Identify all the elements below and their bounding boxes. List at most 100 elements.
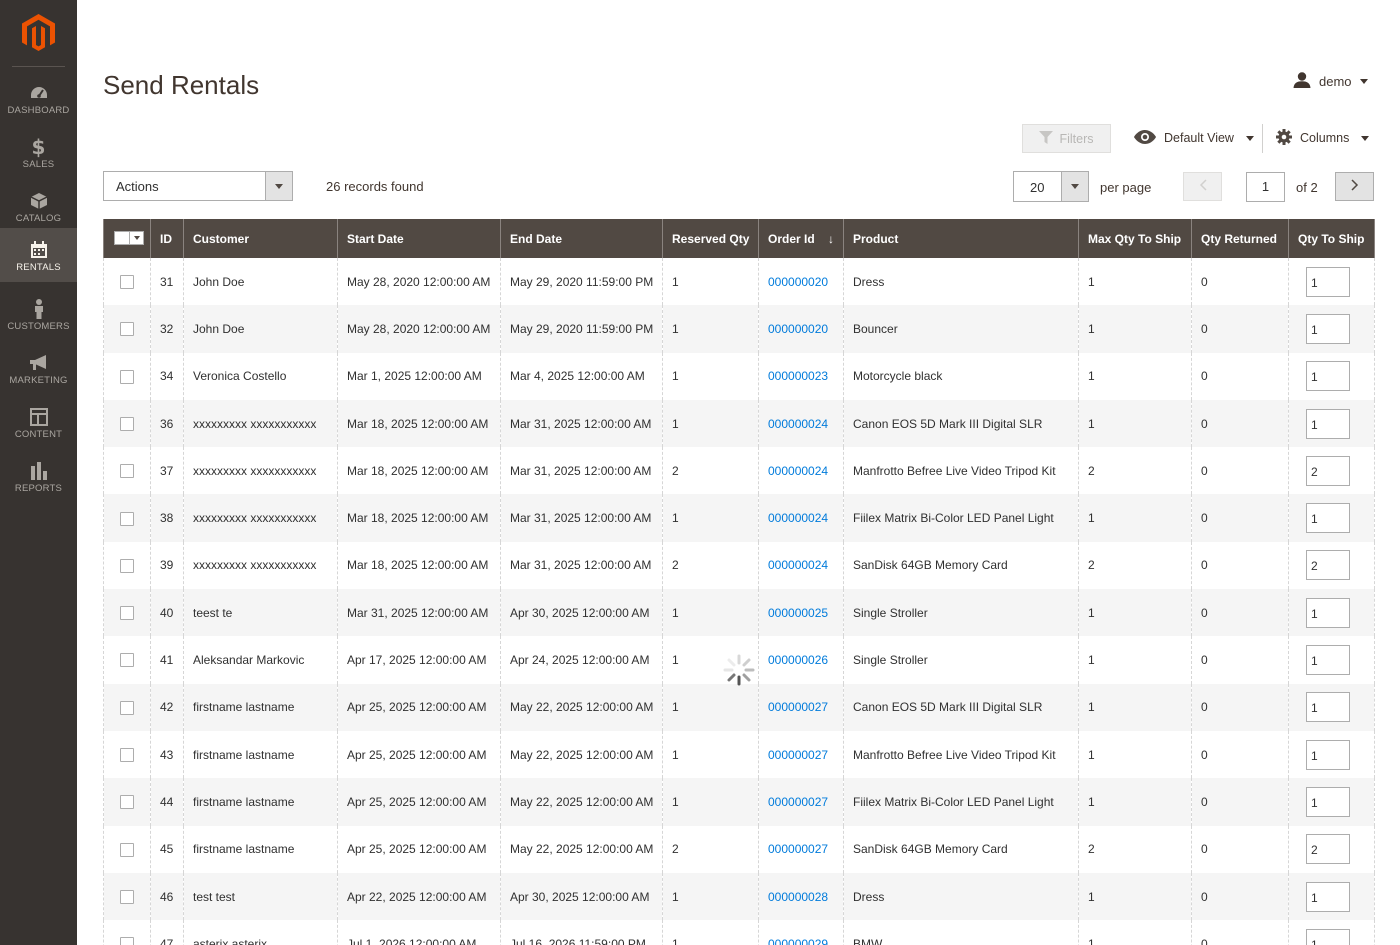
column-header-reserved-qty[interactable]: Reserved Qty [662, 219, 759, 258]
row-checkbox[interactable] [120, 464, 134, 479]
column-header-end-date[interactable]: End Date [500, 219, 663, 258]
table-row[interactable]: 39 xxxxxxxxx xxxxxxxxxxx Mar 18, 2025 12:0… [103, 541, 1375, 590]
column-header-id[interactable]: ID [150, 219, 184, 258]
row-checkbox[interactable] [120, 416, 134, 431]
qty-to-ship-input[interactable]: 1 [1306, 361, 1350, 392]
mass-select-checkbox[interactable] [114, 230, 144, 246]
order-link[interactable]: 000000020 [768, 322, 828, 336]
user-icon [1293, 71, 1311, 91]
qty-to-ship-input[interactable]: 2 [1306, 455, 1350, 486]
sidebar-item-rentals[interactable]: RENTALS [0, 228, 77, 282]
row-checkbox[interactable] [120, 511, 134, 526]
cell-product: Fiilex Matrix Bi-Color LED Panel Light [843, 778, 1079, 826]
order-link[interactable]: 000000027 [768, 700, 828, 714]
qty-to-ship-input[interactable]: 1 [1306, 928, 1350, 945]
row-checkbox[interactable] [120, 748, 134, 763]
order-link[interactable]: 000000020 [768, 275, 828, 289]
actions-dropdown[interactable]: Actions [103, 171, 293, 201]
row-checkbox[interactable] [120, 889, 134, 904]
column-header-start-date[interactable]: Start Date [337, 219, 501, 258]
default-view-label: Default View [1164, 131, 1234, 145]
columns-button[interactable]: Columns [1276, 128, 1370, 148]
table-row[interactable]: 42 firstname lastname Apr 25, 2025 12:00:0… [103, 683, 1375, 731]
qty-to-ship-input[interactable]: 2 [1306, 550, 1350, 581]
row-checkbox[interactable] [120, 322, 134, 337]
table-row[interactable]: 37 xxxxxxxxx xxxxxxxxxxx Mar 18, 2025 12:0… [103, 447, 1375, 495]
table-row[interactable]: 45 firstname lastname Apr 25, 2025 12:00:0… [103, 825, 1375, 873]
order-link[interactable]: 000000029 [768, 937, 828, 945]
cell-id: 37 [150, 447, 184, 495]
column-header-order-id[interactable]: Order Id ↓ [758, 219, 844, 258]
table-row[interactable]: 43 firstname lastname Apr 25, 2025 12:00:0… [103, 730, 1375, 779]
sort-arrow-icon: ↓ [828, 231, 834, 246]
next-page-button[interactable] [1335, 172, 1374, 201]
table-row[interactable]: 47 asterix asterix Jul 1, 2026 12:00:00 AM… [103, 920, 1375, 945]
table-row[interactable]: 38 xxxxxxxxx xxxxxxxxxxx Mar 18, 2025 12:0… [103, 494, 1375, 542]
qty-to-ship-input[interactable]: 1 [1306, 739, 1350, 770]
sidebar-item-dashboard[interactable]: DASHBOARD [0, 71, 77, 125]
chevron-down-icon[interactable] [1061, 172, 1088, 201]
cell-max-qty: 1 [1078, 258, 1192, 306]
row-checkbox[interactable] [120, 700, 134, 715]
row-checkbox[interactable] [120, 842, 134, 857]
mass-select-header[interactable] [103, 219, 151, 258]
order-link[interactable]: 000000027 [768, 795, 828, 809]
table-row[interactable]: 44 firstname lastname Apr 25, 2025 12:00:0… [103, 778, 1375, 826]
order-link[interactable]: 000000025 [768, 606, 828, 620]
order-link[interactable]: 000000024 [768, 511, 828, 525]
column-header-customer[interactable]: Customer [183, 219, 338, 258]
page-number-input[interactable]: 1 [1246, 172, 1285, 202]
sidebar-item-marketing[interactable]: MARKETING [0, 341, 77, 395]
chevron-down-icon[interactable] [265, 172, 292, 200]
table-row[interactable]: 46 test test Apr 22, 2025 12:00:00 AM Apr 3… [103, 872, 1375, 921]
qty-to-ship-input[interactable]: 1 [1306, 408, 1350, 439]
default-view-button[interactable]: Default View [1134, 128, 1254, 148]
order-link[interactable]: 000000027 [768, 842, 828, 856]
order-link[interactable]: 000000023 [768, 369, 828, 383]
qty-to-ship-input[interactable]: 1 [1306, 503, 1350, 534]
column-header-product[interactable]: Product [843, 219, 1079, 258]
row-checkbox[interactable] [120, 606, 134, 621]
row-checkbox[interactable] [120, 275, 134, 290]
qty-to-ship-input[interactable]: 1 [1306, 786, 1350, 817]
order-link[interactable]: 000000028 [768, 890, 828, 904]
order-link[interactable]: 000000024 [768, 417, 828, 431]
qty-to-ship-input[interactable]: 1 [1306, 881, 1350, 912]
qty-to-ship-input[interactable]: 1 [1306, 692, 1350, 723]
table-row[interactable]: 34 Veronica Costello Mar 1, 2025 12:00:00 … [103, 352, 1375, 400]
qty-to-ship-input[interactable]: 1 [1306, 313, 1350, 344]
table-row[interactable]: 31 John Doe May 28, 2020 12:00:00 AM May 29… [103, 258, 1375, 306]
order-link[interactable]: 000000024 [768, 558, 828, 572]
order-link[interactable]: 000000024 [768, 464, 828, 478]
order-link[interactable]: 000000027 [768, 748, 828, 762]
filters-button[interactable]: Filters [1022, 124, 1111, 153]
magento-logo[interactable] [0, 0, 77, 66]
column-header-max-qty[interactable]: Max Qty To Ship [1078, 219, 1192, 258]
sidebar-item-sales[interactable]: $ SALES [0, 125, 77, 179]
column-header-qty-returned[interactable]: Qty Returned [1191, 219, 1289, 258]
sidebar-item-content[interactable]: CONTENT [0, 395, 77, 449]
column-header-qty-to-ship[interactable]: Qty To Ship [1288, 219, 1375, 258]
table-row[interactable]: 36 xxxxxxxxx xxxxxxxxxxx Mar 18, 2025 12:0… [103, 399, 1375, 448]
cell-qty-to-ship: 2 [1288, 447, 1375, 495]
row-checkbox[interactable] [120, 653, 134, 668]
sidebar-item-catalog[interactable]: CATALOG [0, 179, 77, 233]
qty-to-ship-input[interactable]: 1 [1306, 266, 1350, 297]
sidebar-item-reports[interactable]: REPORTS [0, 449, 77, 503]
cell-end-date: Mar 31, 2025 12:00:00 AM [500, 541, 663, 590]
table-row[interactable]: 40 teest te Mar 31, 2025 12:00:00 AM Apr 30… [103, 589, 1375, 637]
qty-to-ship-input[interactable]: 1 [1306, 597, 1350, 628]
row-checkbox[interactable] [120, 795, 134, 810]
row-checkbox[interactable] [120, 937, 134, 945]
qty-to-ship-input[interactable]: 2 [1306, 834, 1350, 865]
per-page-select[interactable]: 20 [1013, 171, 1089, 202]
table-row[interactable]: 32 John Doe May 28, 2020 12:00:00 AM May 29… [103, 305, 1375, 353]
user-menu[interactable]: demo [1293, 71, 1368, 91]
row-checkbox[interactable] [120, 369, 134, 384]
qty-to-ship-input[interactable]: 1 [1306, 645, 1350, 676]
cell-qty-returned: 0 [1191, 258, 1289, 306]
row-checkbox[interactable] [120, 558, 134, 573]
order-link[interactable]: 000000026 [768, 653, 828, 667]
sidebar-item-customers[interactable]: CUSTOMERS [0, 287, 77, 341]
previous-page-button[interactable] [1183, 172, 1222, 201]
